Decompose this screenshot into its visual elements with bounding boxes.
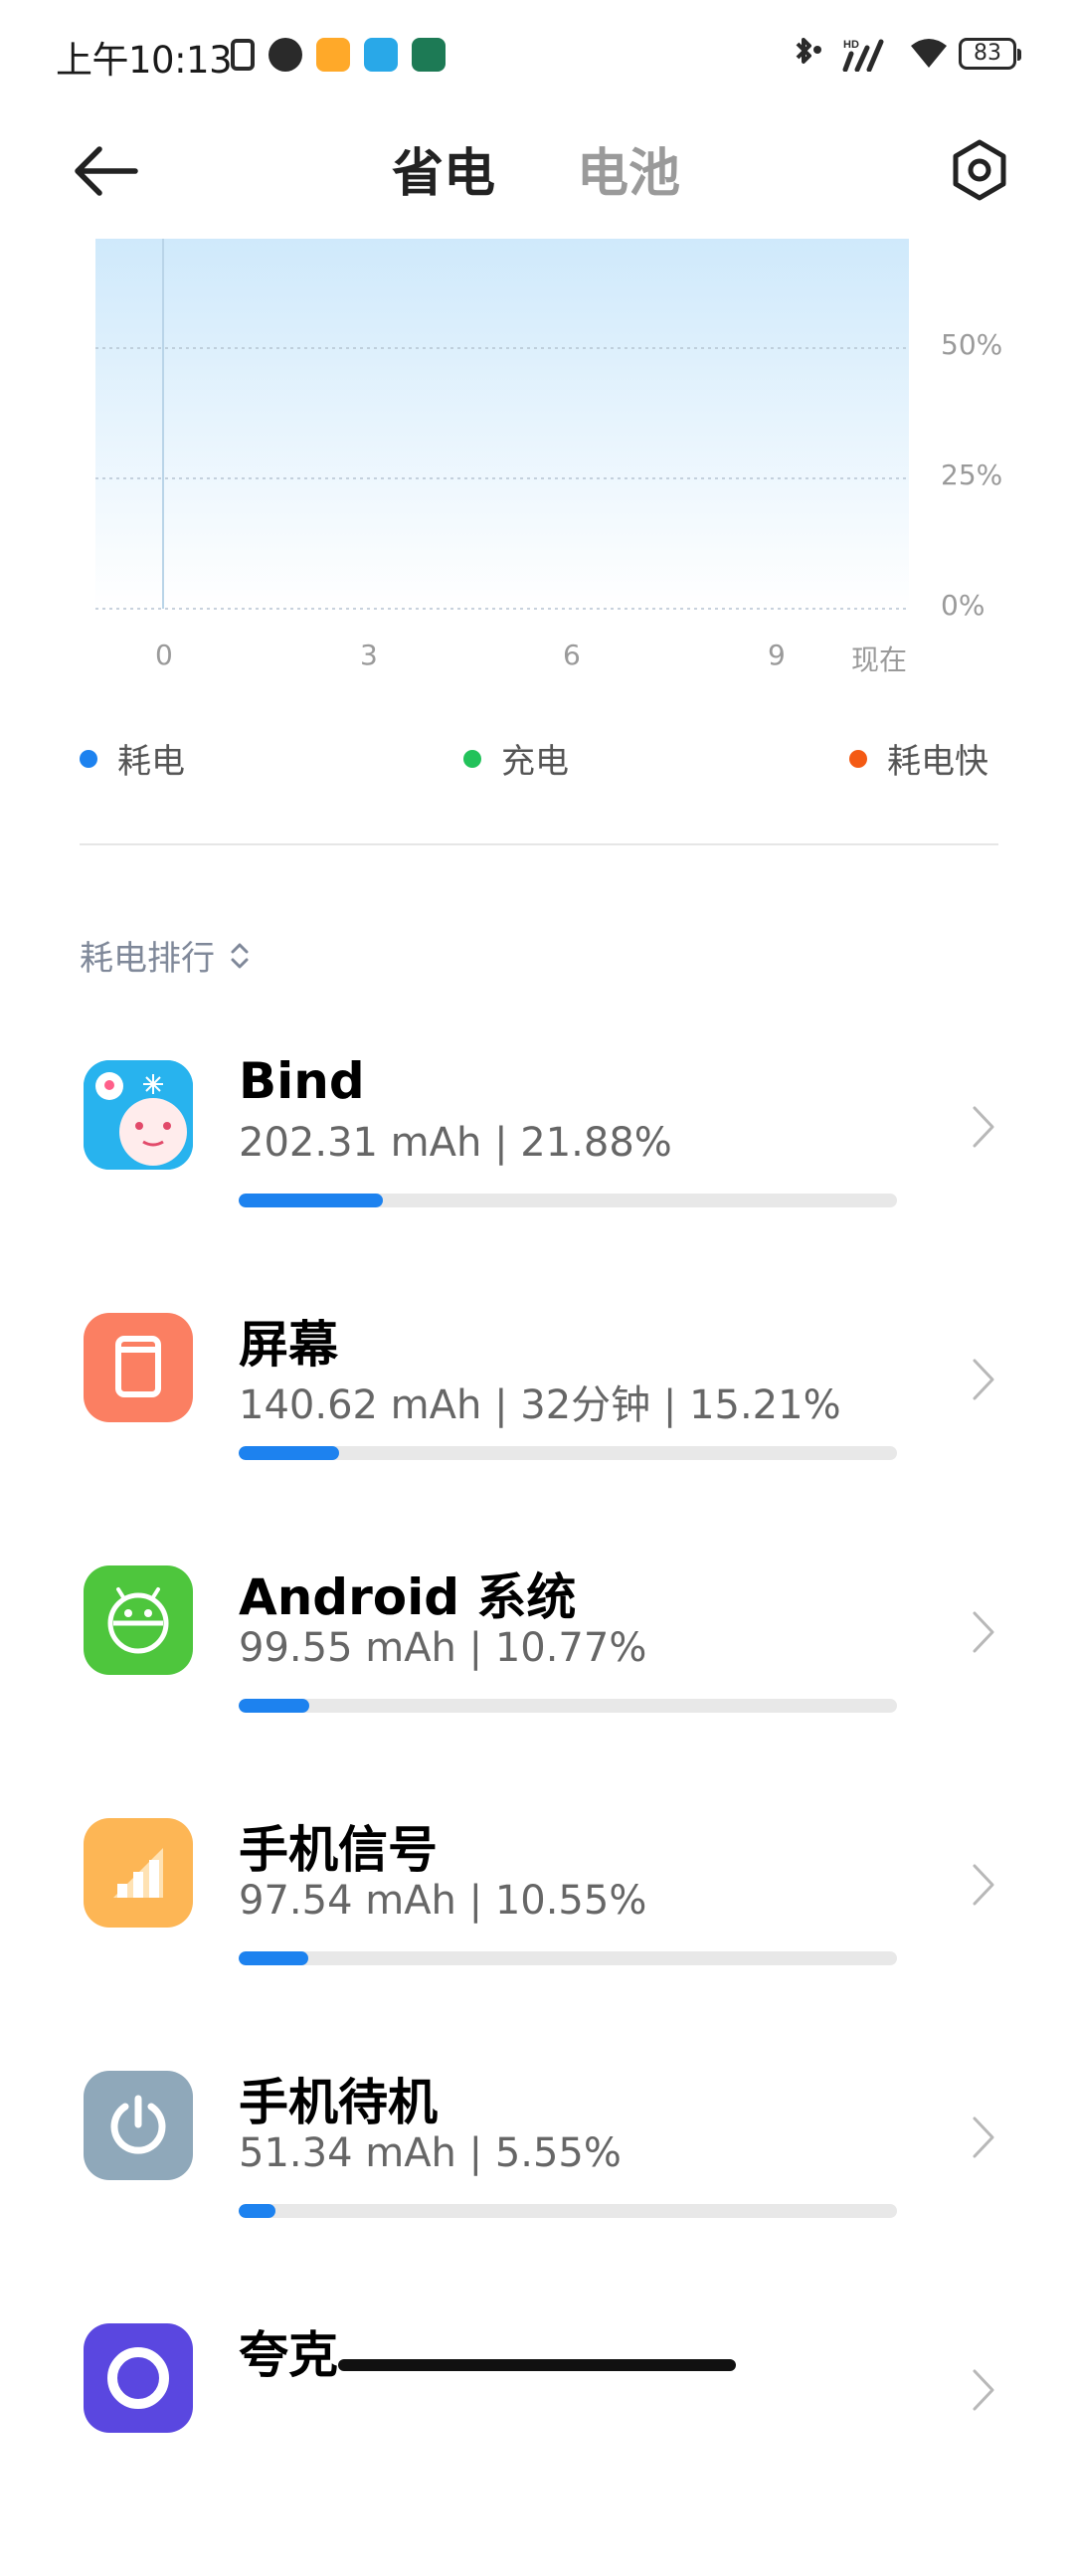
phone-notification-icon xyxy=(231,39,255,71)
status-bar: 上午10:13 HD 83 xyxy=(0,0,1074,109)
usage-progress-fill xyxy=(239,1951,308,1965)
compass-notification-icon xyxy=(268,38,302,72)
home-indicator[interactable] xyxy=(338,2359,736,2371)
usage-progress-fill xyxy=(239,1699,310,1713)
ranking-sort-toggle[interactable]: 耗电排行 xyxy=(80,931,251,980)
tab-power-saving[interactable]: 省电 xyxy=(392,131,495,206)
y-tick-label: 50% xyxy=(941,328,1003,361)
chevron-right-icon xyxy=(973,1864,994,1906)
android-icon xyxy=(84,1565,193,1675)
status-indicators: HD 83 xyxy=(788,36,1021,72)
signal-icon xyxy=(84,1818,193,1928)
tab-battery[interactable]: 电池 xyxy=(577,131,680,206)
list-item[interactable]: 屏幕 140.62 mAh | 32分钟 | 15.21% xyxy=(0,1313,1074,1565)
item-detail: 202.31 mAh | 21.88% xyxy=(239,1120,672,1166)
item-name: 夸克 xyxy=(239,2326,338,2384)
list-item[interactable]: Android 系统 99.55 mAh | 10.77% xyxy=(0,1565,1074,1818)
legend-dot-icon xyxy=(80,749,97,768)
header: 省电 电池 xyxy=(0,109,1074,219)
usage-progress-bar xyxy=(239,1699,897,1713)
usage-progress-fill xyxy=(239,1194,383,1207)
chevron-right-icon xyxy=(973,2116,994,2158)
list-item[interactable]: 手机待机 51.34 mAh | 5.55% xyxy=(0,2071,1074,2323)
chevron-right-icon xyxy=(973,2369,994,2411)
item-name: 手机待机 xyxy=(239,2074,438,2131)
legend-charging: 充电 xyxy=(463,734,569,783)
back-arrow-icon xyxy=(75,146,138,196)
legend-consumption: 耗电 xyxy=(80,734,185,783)
app-notification-icon xyxy=(364,38,398,72)
battery-icon: 83 xyxy=(959,38,1021,70)
item-detail: 97.54 mAh | 10.55% xyxy=(239,1878,647,1924)
item-detail: 51.34 mAh | 5.55% xyxy=(239,2130,622,2176)
chevron-right-icon xyxy=(973,1359,994,1400)
quark-icon xyxy=(84,2323,193,2433)
bind-app-icon xyxy=(84,1060,193,1170)
usage-progress-bar xyxy=(239,1194,897,1207)
power-icon xyxy=(84,2071,193,2180)
item-name: 手机信号 xyxy=(239,1821,438,1879)
list-item[interactable]: Bind 202.31 mAh | 21.88% xyxy=(0,1052,1074,1313)
settings-button[interactable] xyxy=(947,137,1012,203)
bluetooth-icon xyxy=(796,38,821,64)
battery-chart: 50% 25% 0% 0 3 6 9 现在 xyxy=(0,239,1074,686)
x-tick-label: 3 xyxy=(360,639,378,671)
chevron-right-icon xyxy=(973,1106,994,1148)
legend-label: 充电 xyxy=(501,742,569,782)
y-tick-label: 25% xyxy=(941,459,1003,491)
legend-label: 耗电 xyxy=(117,742,185,782)
item-name: 屏幕 xyxy=(239,1316,338,1374)
usage-progress-bar xyxy=(239,1446,897,1460)
chart-plot xyxy=(95,239,909,610)
usage-progress-bar xyxy=(239,1951,897,1965)
usage-progress-fill xyxy=(239,2204,275,2218)
screen-icon xyxy=(84,1313,193,1422)
legend-fast-drain: 耗电快 xyxy=(849,734,988,783)
app-notification-icon xyxy=(412,38,446,72)
chart-area xyxy=(95,239,909,609)
gear-icon xyxy=(953,139,1006,201)
usage-progress-fill xyxy=(239,1446,339,1460)
usage-progress-bar xyxy=(239,2204,897,2218)
app-notification-icon xyxy=(316,38,350,72)
wifi-icon xyxy=(911,39,947,68)
y-tick-label: 0% xyxy=(941,589,985,622)
item-name: Bind xyxy=(239,1052,365,1110)
legend-dot-icon xyxy=(849,749,867,768)
hd-label: HD xyxy=(843,39,859,51)
item-detail: 99.55 mAh | 10.77% xyxy=(239,1625,647,1671)
sort-updown-icon xyxy=(231,943,249,968)
item-detail: 140.62 mAh | 32分钟 | 15.21% xyxy=(239,1382,841,1428)
back-button[interactable] xyxy=(70,141,141,201)
divider xyxy=(80,843,998,845)
legend-label: 耗电快 xyxy=(887,742,988,782)
x-tick-label: 0 xyxy=(155,639,173,671)
chevron-right-icon xyxy=(973,1611,994,1653)
list-item[interactable]: 手机信号 97.54 mAh | 10.55% xyxy=(0,1818,1074,2071)
legend-dot-icon xyxy=(463,749,481,768)
signal-icon: HD xyxy=(842,39,884,72)
x-tick-label: 6 xyxy=(563,639,581,671)
x-tick-label: 现在 xyxy=(851,644,908,676)
ranking-title: 耗电排行 xyxy=(80,939,215,979)
x-tick-label: 9 xyxy=(768,639,786,671)
notification-icons xyxy=(231,38,446,72)
status-time: 上午10:13 xyxy=(56,39,233,82)
item-name: Android 系统 xyxy=(239,1568,577,1626)
